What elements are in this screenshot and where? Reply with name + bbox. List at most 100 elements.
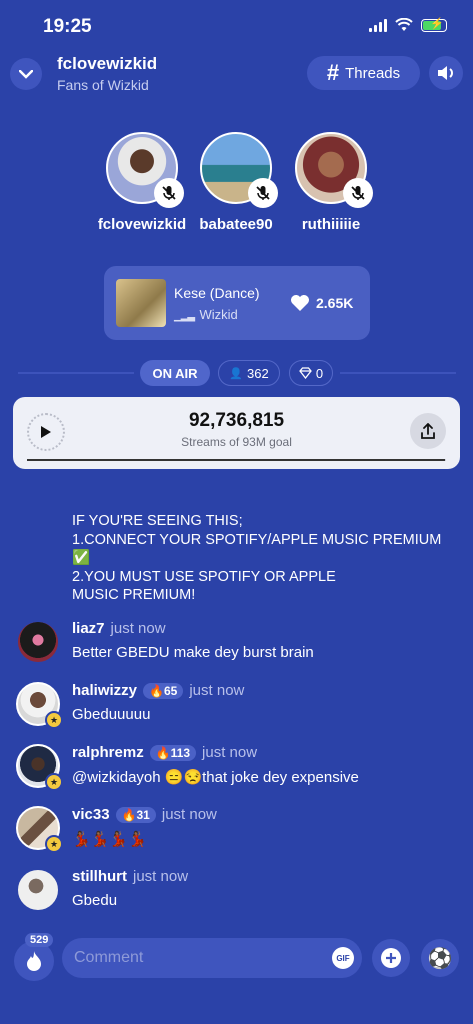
room-title: fclovewizkid — [57, 54, 158, 73]
speaker-avatar — [295, 132, 373, 208]
stream-goal-card: 92,736,815 Streams of 93M goal — [13, 397, 460, 469]
fire-level: 65 — [163, 683, 178, 698]
message-text: 💃🏾💃🏾💃🏾💃🏾 — [72, 831, 147, 848]
user-avatar[interactable] — [16, 868, 60, 912]
message-header: stillhurt just now — [72, 868, 188, 885]
stream-goal-label: Streams of 93M goal — [181, 435, 292, 449]
fire-icon: 🔥 — [121, 807, 137, 822]
mic-muted-icon — [154, 178, 184, 208]
divider — [340, 372, 456, 374]
mic-muted-icon — [248, 178, 278, 208]
album-art — [116, 279, 166, 327]
stream-progress-fill — [27, 459, 445, 461]
username[interactable]: vic33 — [72, 806, 110, 823]
notice-line: IF YOU'RE SEEING THIS; — [72, 513, 243, 529]
plus-circle-icon — [381, 948, 401, 968]
message-header: haliwizzy 🔥65 just now — [72, 682, 244, 699]
share-icon — [421, 422, 435, 439]
username[interactable]: ralphremz — [72, 744, 144, 761]
threads-button[interactable]: # Threads — [307, 56, 420, 90]
sound-button[interactable] — [429, 56, 463, 90]
speaker-name: fclovewizkid — [97, 216, 187, 233]
user-avatar[interactable] — [16, 620, 60, 664]
soccer-button[interactable]: ⚽ — [421, 939, 459, 977]
user-avatar[interactable]: ★ — [16, 806, 63, 853]
mic-muted-icon — [343, 178, 373, 208]
message-time: just now — [110, 620, 166, 637]
username[interactable]: stillhurt — [72, 868, 127, 885]
fire-icon: 🔥 — [155, 745, 171, 760]
hashtag-icon: # — [326, 60, 340, 85]
cellular-signal-icon — [369, 18, 387, 32]
fire-level: 31 — [136, 807, 150, 822]
on-air-badge: ON AIR — [140, 360, 210, 386]
speaker-avatar — [106, 132, 184, 208]
message-text: @wizkidayoh 😑😒that joke dey expensive — [72, 769, 359, 786]
share-button[interactable] — [410, 413, 446, 449]
message-time: just now — [161, 806, 217, 823]
listener-count: 362 — [247, 365, 269, 381]
person-icon: 👤 — [229, 367, 243, 380]
status-icons: ⚡ — [369, 18, 447, 32]
user-avatar[interactable]: ★ — [16, 682, 63, 729]
stream-count: 92,736,815 — [188, 410, 285, 431]
notice-line: MUSIC PREMIUM! — [72, 587, 196, 603]
message-text: Better GBEDU make dey burst brain — [72, 644, 314, 661]
fire-button[interactable] — [14, 941, 54, 981]
fire-icon: 🔥 — [149, 683, 164, 698]
notice-line: 2.YOU MUST USE SPOTIFY OR APPLE — [72, 568, 336, 585]
fire-icon — [27, 951, 41, 971]
fire-level: 113 — [170, 745, 191, 760]
username[interactable]: liaz7 — [72, 620, 105, 637]
threads-label: Threads — [345, 64, 401, 82]
comment-input[interactable] — [74, 938, 304, 978]
speaker-name: ruthiiiiie — [301, 216, 361, 233]
speaker-avatar — [200, 132, 278, 208]
speaker-card[interactable]: fclovewizkid — [92, 132, 192, 233]
message-text: Gbeduuuuu — [72, 706, 151, 723]
diamond-icon — [299, 367, 312, 379]
message-header: liaz7 just now — [72, 620, 166, 637]
fire-level-badge: 🔥65 — [143, 682, 184, 699]
notice-line: ✅ — [72, 550, 91, 566]
notice-line: 1.CONNECT YOUR SPOTIFY/APPLE MUSIC PREMI… — [72, 531, 442, 548]
message-time: just now — [133, 868, 189, 885]
stream-progress-track — [27, 459, 446, 461]
message-time: just now — [202, 744, 258, 761]
room-subtitle: Fans of Wizkid — [57, 77, 149, 93]
track-title: Kese (Dance) — [174, 285, 260, 301]
collapse-button[interactable] — [10, 58, 42, 90]
status-time: 19:25 — [43, 16, 92, 37]
like-count: 2.65K — [316, 295, 354, 311]
gif-button[interactable]: GIF — [332, 947, 354, 969]
message-time: just now — [189, 682, 245, 699]
divider — [18, 372, 134, 374]
speaker-name: babatee90 — [199, 216, 273, 233]
now-playing-card[interactable]: Kese (Dance) ▁▂▃ Wizkid 2.65K — [104, 266, 370, 340]
diamond-count: 0 — [315, 365, 324, 381]
track-artist-row: ▁▂▃ Wizkid — [174, 307, 238, 322]
star-icon: ★ — [45, 835, 63, 853]
like-button[interactable]: 2.65K — [290, 294, 353, 312]
star-icon: ★ — [45, 711, 63, 729]
message-header: ralphremz 🔥113 just now — [72, 744, 257, 761]
listener-count-pill[interactable]: 👤 362 — [218, 360, 280, 386]
speaker-volume-icon — [438, 66, 453, 80]
message-header: vic33 🔥31 just now — [72, 806, 217, 823]
chevron-down-icon — [19, 69, 33, 79]
message-text: Gbedu — [72, 892, 118, 909]
speaker-card[interactable]: ruthiiiiie — [281, 132, 381, 233]
heart-icon — [291, 295, 309, 311]
user-avatar[interactable]: ★ — [16, 744, 63, 791]
fire-level-badge: 🔥113 — [149, 744, 197, 761]
speaker-card[interactable]: babatee90 — [186, 132, 286, 233]
comment-box[interactable]: GIF — [62, 938, 362, 978]
username[interactable]: haliwizzy — [72, 682, 137, 699]
fire-level-badge: 🔥31 — [115, 806, 156, 823]
wifi-icon — [395, 18, 413, 31]
diamond-count-pill[interactable]: 0 — [289, 360, 333, 386]
star-icon: ★ — [45, 773, 63, 791]
track-artist: Wizkid — [199, 307, 238, 322]
add-button[interactable] — [372, 939, 410, 977]
equalizer-icon: ▁▂▃ — [174, 311, 196, 322]
